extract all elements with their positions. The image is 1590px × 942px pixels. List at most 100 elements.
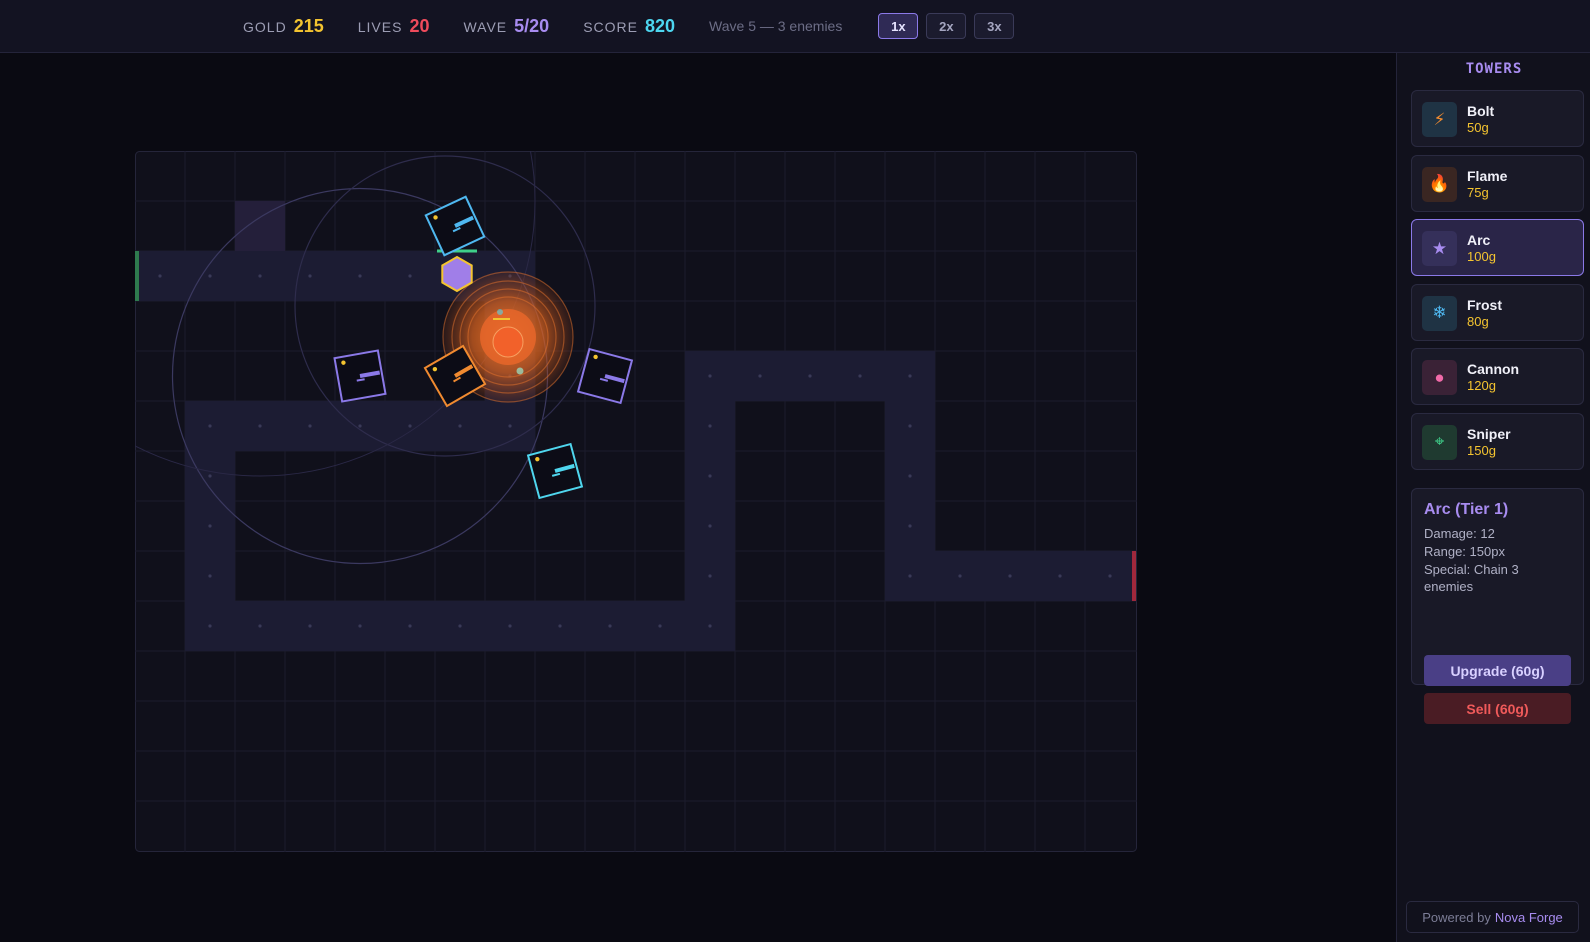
path-dot bbox=[408, 424, 412, 428]
tower-info-title: Arc (Tier 1) bbox=[1424, 501, 1509, 518]
tower-info-panel: Arc (Tier 1) Damage: 12 Range: 150px Spe… bbox=[1411, 488, 1584, 724]
crosshair-icon: ⌖ bbox=[1422, 424, 1457, 460]
path-dot bbox=[708, 424, 712, 428]
sell-button[interactable]: Sell (60g) bbox=[1424, 693, 1571, 724]
tower-card-name: Frost bbox=[1467, 296, 1502, 313]
projectile bbox=[497, 309, 503, 315]
tower-special: Special: Chain 3 enemies bbox=[1424, 562, 1519, 594]
projectile bbox=[516, 367, 524, 375]
path-dot bbox=[408, 624, 412, 628]
path-dot bbox=[208, 524, 212, 528]
wave-value: 5/20 bbox=[514, 15, 550, 36]
tower-card-cost: 150g bbox=[1467, 442, 1496, 458]
tower-card-name: Bolt bbox=[1467, 103, 1495, 119]
path-dot bbox=[258, 424, 262, 428]
game-board[interactable] bbox=[135, 151, 1137, 852]
path-dot bbox=[708, 374, 712, 378]
credit-brand-link[interactable]: Nova Forge bbox=[1495, 910, 1563, 925]
path-dot bbox=[358, 274, 362, 278]
path-exit-marker bbox=[1132, 551, 1136, 601]
speed-2x-button[interactable]: 2x bbox=[926, 13, 967, 39]
lives-stat: LIVES 20 bbox=[358, 16, 430, 37]
upgrade-button[interactable]: Upgrade (60g) bbox=[1424, 655, 1571, 686]
credit-prefix: Powered by bbox=[1422, 909, 1491, 925]
path-dot bbox=[1008, 574, 1012, 578]
path-dot bbox=[908, 374, 912, 378]
path-dot bbox=[908, 574, 912, 578]
arc-tower[interactable] bbox=[333, 349, 387, 403]
speed-3x-button[interactable]: 3x bbox=[974, 13, 1015, 39]
tower-card-arc[interactable]: ★ Arc 100g bbox=[1411, 219, 1584, 276]
tower-card-cost: 75g bbox=[1467, 184, 1489, 200]
score-label: SCORE bbox=[583, 18, 638, 35]
credit: Powered by Nova Forge bbox=[1406, 901, 1579, 933]
score-value: 820 bbox=[644, 15, 676, 36]
dot-icon: ● bbox=[1422, 360, 1457, 395]
tower-card-frost[interactable]: ❄ Frost 80g bbox=[1411, 283, 1584, 341]
tower-card-name: Arc bbox=[1467, 232, 1491, 248]
game-board-canvas[interactable] bbox=[135, 151, 1137, 852]
score-stat: SCORE 820 bbox=[583, 16, 675, 37]
path-entry-marker bbox=[135, 251, 139, 301]
speed-1x-button[interactable]: 1x bbox=[878, 13, 919, 39]
path-dot bbox=[958, 574, 962, 578]
wave-stat: WAVE 5/20 bbox=[463, 16, 549, 37]
path-dot bbox=[508, 424, 512, 428]
tower-card-bolt[interactable]: ⚡ Bolt 50g bbox=[1411, 90, 1584, 147]
tower-range: Range: 150px bbox=[1424, 544, 1505, 559]
path-dot bbox=[558, 624, 562, 628]
enemy-hexagon bbox=[441, 255, 473, 293]
path-dot bbox=[308, 274, 312, 278]
gold-label: GOLD bbox=[243, 18, 287, 35]
path-dot bbox=[508, 624, 512, 628]
path-dot bbox=[908, 474, 912, 478]
tower-card-cost: 100g bbox=[1467, 249, 1496, 264]
path-dot bbox=[258, 624, 262, 628]
tower-card-name: Flame bbox=[1467, 167, 1508, 184]
tower-card-name: Cannon bbox=[1467, 361, 1520, 377]
path-dot bbox=[458, 424, 462, 428]
path-dot bbox=[208, 624, 212, 628]
tower-sidebar: TOWERS ⚡ Bolt 50g 🔥 Flame 75g ★ Arc 100g ❄ Frost 80… bbox=[1396, 53, 1590, 942]
towers-title: TOWERS bbox=[1465, 61, 1523, 77]
lives-value: 20 bbox=[409, 15, 430, 36]
tower-card-cost: 120g bbox=[1467, 378, 1496, 393]
tower-card-flame[interactable]: 🔥 Flame 75g bbox=[1411, 154, 1584, 212]
path-dot bbox=[208, 574, 212, 578]
tower-card-sniper[interactable]: ⌖ Sniper 150g bbox=[1411, 412, 1584, 470]
gold-stat: GOLD 215 bbox=[243, 16, 324, 37]
gold-value: 215 bbox=[293, 15, 324, 36]
path-dot bbox=[258, 274, 262, 278]
path-dot bbox=[308, 424, 312, 428]
star-icon: ★ bbox=[1422, 231, 1457, 266]
wave-info: Wave 5 — 3 enemies bbox=[709, 18, 843, 34]
path-dot bbox=[458, 624, 462, 628]
tower-card-cannon[interactable]: ● Cannon 120g bbox=[1411, 348, 1584, 405]
path-dot bbox=[1108, 574, 1112, 578]
path-dot bbox=[308, 624, 312, 628]
path-dot bbox=[708, 524, 712, 528]
lightning-icon: ⚡ bbox=[1422, 102, 1457, 137]
path-dot bbox=[608, 624, 612, 628]
tower-card-cost: 80g bbox=[1467, 313, 1489, 329]
tower-damage: Damage: 12 bbox=[1424, 526, 1495, 541]
path-dot bbox=[658, 624, 662, 628]
snowflake-icon: ❄ bbox=[1422, 295, 1457, 331]
path-dot bbox=[908, 424, 912, 428]
tower-card-cost: 50g bbox=[1467, 120, 1489, 135]
path-dot bbox=[1058, 574, 1062, 578]
hud-bar: GOLD 215 LIVES 20 WAVE 5/20 SCORE 820 Wa… bbox=[0, 0, 1590, 53]
path-dot bbox=[158, 274, 162, 278]
lives-label: LIVES bbox=[357, 18, 403, 35]
wave-label: WAVE bbox=[463, 18, 508, 35]
placement-highlight-cell bbox=[235, 201, 285, 251]
flame-icon: 🔥 bbox=[1422, 166, 1457, 202]
path-dot bbox=[758, 374, 762, 378]
path-dot bbox=[708, 624, 712, 628]
enemy-core bbox=[492, 326, 524, 358]
path-dot bbox=[358, 424, 362, 428]
path-dot bbox=[708, 474, 712, 478]
tower-card-name: Sniper bbox=[1467, 425, 1511, 442]
path-dot bbox=[208, 424, 212, 428]
path-dot bbox=[208, 274, 212, 278]
